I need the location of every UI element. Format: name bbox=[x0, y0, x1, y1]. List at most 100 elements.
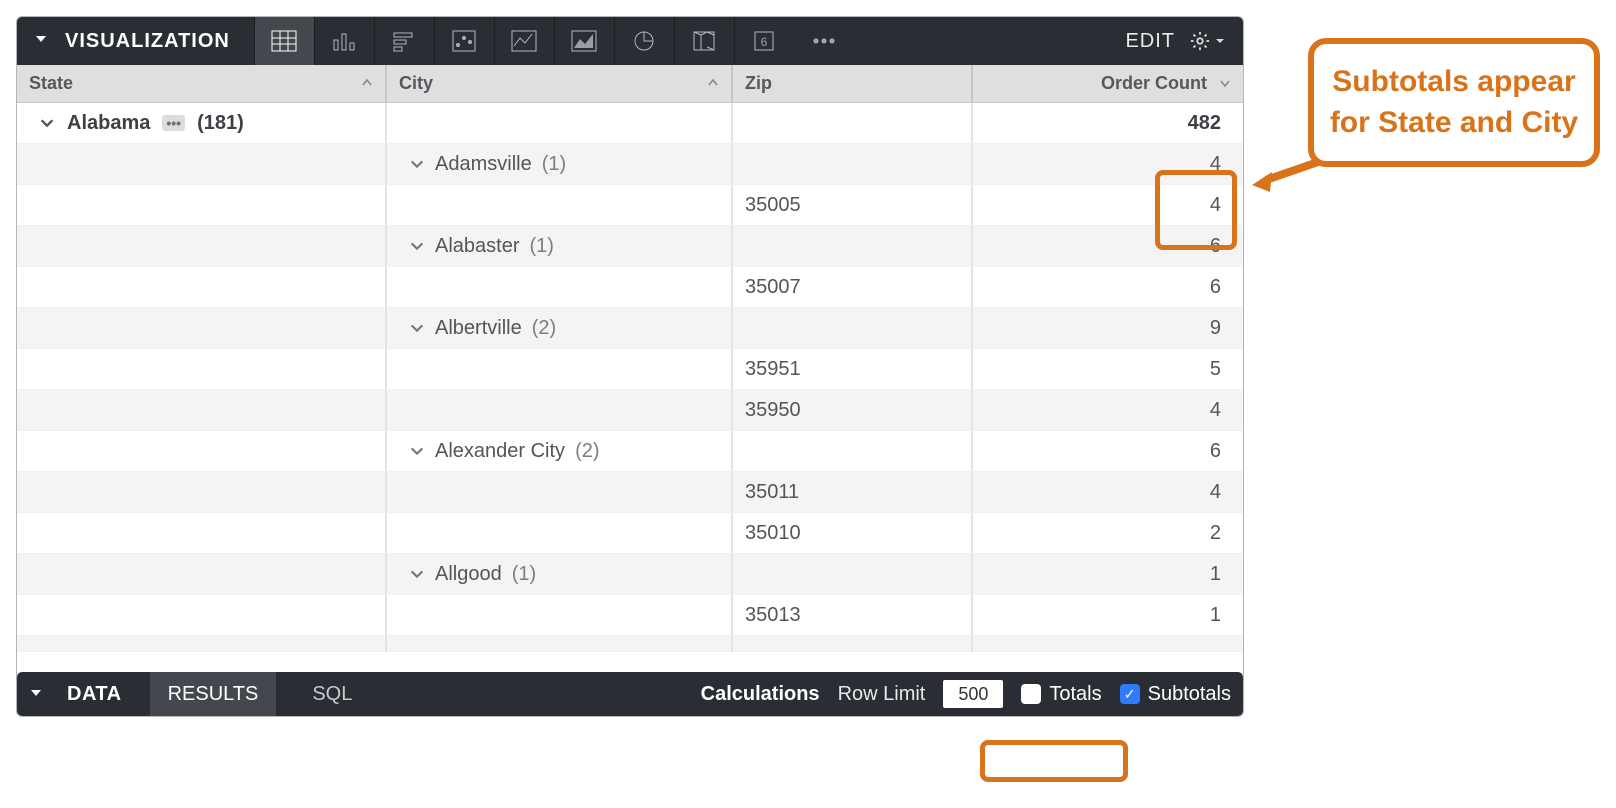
subtotals-label: Subtotals bbox=[1148, 683, 1231, 706]
zip-value: 35950 bbox=[745, 399, 801, 422]
column-label: City bbox=[399, 73, 433, 94]
chevron-down-icon bbox=[409, 566, 425, 582]
column-header-order-count[interactable]: Order Count bbox=[973, 65, 1243, 102]
city-count: (1) bbox=[530, 235, 554, 258]
single-value-icon: 6 bbox=[752, 29, 776, 53]
column-label: Order Count bbox=[1101, 73, 1207, 94]
subtotals-checkbox[interactable]: ✓ Subtotals bbox=[1120, 683, 1231, 706]
table-body: Alabama ••• (181) 482 Adamsville (1) 4 3… bbox=[17, 103, 1243, 652]
column-label: State bbox=[29, 73, 73, 94]
sort-asc-icon bbox=[707, 76, 719, 92]
city-cell[interactable]: Allgood (1) bbox=[387, 554, 733, 594]
callout-text: Subtotals appear for State and City bbox=[1328, 62, 1580, 143]
zip-value: 35951 bbox=[745, 358, 801, 381]
caret-down-icon bbox=[1215, 36, 1225, 46]
vis-type-area-button[interactable] bbox=[554, 17, 614, 65]
city-cell[interactable]: Albertville (2) bbox=[387, 308, 733, 348]
ellipsis-icon[interactable]: ••• bbox=[162, 115, 185, 131]
chevron-down-icon bbox=[409, 238, 425, 254]
zip-count-value: 5 bbox=[1210, 358, 1221, 381]
visualization-panel: VISUALIZATION bbox=[16, 16, 1244, 717]
column-label: Zip bbox=[745, 73, 772, 94]
vis-type-table-button[interactable] bbox=[254, 17, 314, 65]
row-limit-input[interactable] bbox=[943, 680, 1003, 708]
checkbox-unchecked-icon bbox=[1021, 684, 1041, 704]
checkbox-checked-icon: ✓ bbox=[1120, 684, 1140, 704]
city-subtotal-row: Alabaster (1) 6 bbox=[17, 226, 1243, 267]
table-row bbox=[17, 636, 1243, 652]
data-bottombar: DATA RESULTS SQL Calculations Row Limit … bbox=[17, 672, 1243, 716]
chevron-down-icon bbox=[409, 156, 425, 172]
chevron-down-icon bbox=[409, 443, 425, 459]
annotation-callout: Subtotals appear for State and City bbox=[1308, 38, 1600, 167]
vis-type-scatter-button[interactable] bbox=[434, 17, 494, 65]
city-name: Alexander City bbox=[435, 440, 565, 463]
column-header-city[interactable]: City bbox=[387, 65, 733, 102]
city-subtotal-row: Allgood (1) 1 bbox=[17, 554, 1243, 595]
settings-button[interactable] bbox=[1189, 30, 1225, 52]
caret-down-icon bbox=[34, 32, 48, 46]
zip-count-value: 1 bbox=[1210, 604, 1221, 627]
vis-type-more-button[interactable] bbox=[794, 17, 854, 65]
city-count: (1) bbox=[512, 563, 536, 586]
zip-count-value: 4 bbox=[1210, 194, 1221, 217]
zip-value: 35013 bbox=[745, 604, 801, 627]
column-header-zip[interactable]: Zip bbox=[733, 65, 973, 102]
data-title: DATA bbox=[67, 683, 122, 706]
zip-row: 35951 5 bbox=[17, 349, 1243, 390]
vis-type-hbar-button[interactable] bbox=[374, 17, 434, 65]
zip-row: 35005 4 bbox=[17, 185, 1243, 226]
state-name: Alabama bbox=[67, 112, 150, 135]
city-name: Alabaster bbox=[435, 235, 520, 258]
area-chart-icon bbox=[571, 30, 597, 52]
tab-sql[interactable]: SQL bbox=[294, 672, 370, 716]
tab-results[interactable]: RESULTS bbox=[150, 672, 277, 716]
collapse-visualization-button[interactable] bbox=[17, 32, 65, 51]
map-icon bbox=[692, 29, 716, 53]
city-cell[interactable]: Adamsville (1) bbox=[387, 144, 733, 184]
collapse-data-button[interactable] bbox=[29, 683, 43, 706]
vis-type-pie-button[interactable] bbox=[614, 17, 674, 65]
annotation-highlight-subtotals-checkbox bbox=[980, 740, 1128, 782]
totals-label: Totals bbox=[1049, 683, 1101, 706]
vis-type-bar-button[interactable] bbox=[314, 17, 374, 65]
vis-type-map-button[interactable] bbox=[674, 17, 734, 65]
totals-checkbox[interactable]: Totals bbox=[1021, 683, 1101, 706]
visualization-title: VISUALIZATION bbox=[65, 30, 254, 53]
city-name: Adamsville bbox=[435, 153, 532, 176]
vis-type-line-button[interactable] bbox=[494, 17, 554, 65]
row-limit-label: Row Limit bbox=[838, 683, 926, 706]
svg-text:6: 6 bbox=[761, 35, 768, 49]
table-header-row: State City Zip Order Count bbox=[17, 65, 1243, 103]
calculations-button[interactable]: Calculations bbox=[701, 683, 820, 706]
city-subtotal-value: 1 bbox=[1210, 563, 1221, 586]
pie-chart-icon bbox=[632, 29, 656, 53]
zip-value: 35005 bbox=[745, 194, 801, 217]
scatter-icon bbox=[452, 30, 476, 52]
city-subtotal-row: Adamsville (1) 4 bbox=[17, 144, 1243, 185]
column-header-state[interactable]: State bbox=[17, 65, 387, 102]
state-cell[interactable]: Alabama ••• (181) bbox=[17, 103, 387, 143]
city-count: (2) bbox=[532, 317, 556, 340]
zip-count-value: 4 bbox=[1210, 399, 1221, 422]
zip-row: 35010 2 bbox=[17, 513, 1243, 554]
city-cell[interactable]: Alexander City (2) bbox=[387, 431, 733, 471]
gear-icon bbox=[1189, 30, 1211, 52]
city-cell[interactable]: Alabaster (1) bbox=[387, 226, 733, 266]
edit-button[interactable]: EDIT bbox=[1125, 30, 1175, 53]
zip-row: 35007 6 bbox=[17, 267, 1243, 308]
sort-asc-icon bbox=[361, 76, 373, 92]
bar-chart-icon bbox=[332, 30, 356, 52]
city-subtotal-value: 6 bbox=[1210, 440, 1221, 463]
zip-count-value: 4 bbox=[1210, 481, 1221, 504]
state-subtotal-value: 482 bbox=[1188, 112, 1221, 135]
vis-type-single-value-button[interactable]: 6 bbox=[734, 17, 794, 65]
city-subtotal-value: 6 bbox=[1210, 235, 1221, 258]
table-icon bbox=[271, 30, 297, 52]
sort-desc-icon bbox=[1219, 76, 1231, 92]
chevron-down-icon bbox=[39, 115, 55, 131]
zip-count-value: 6 bbox=[1210, 276, 1221, 299]
city-name: Allgood bbox=[435, 563, 502, 586]
caret-down-icon bbox=[29, 686, 43, 700]
city-subtotal-value: 4 bbox=[1210, 153, 1221, 176]
